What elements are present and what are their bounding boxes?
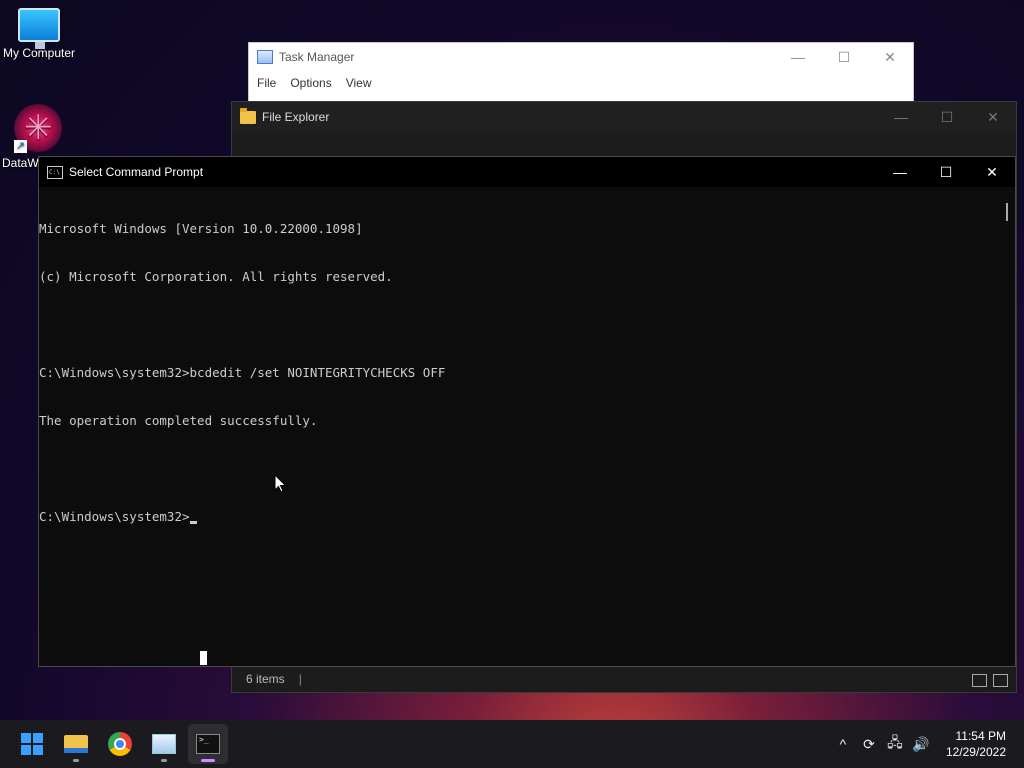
clock-date: 12/29/2022 bbox=[945, 745, 1006, 759]
menu-view[interactable]: View bbox=[346, 76, 372, 90]
taskbar-chrome[interactable] bbox=[100, 724, 140, 764]
window-title: File Explorer bbox=[262, 110, 330, 124]
running-indicator bbox=[161, 759, 167, 762]
console-line: C:\Windows\system32>bcdedit /set NOINTEG… bbox=[39, 365, 446, 380]
shortcut-arrow-icon: ↗ bbox=[14, 140, 27, 153]
desktop-icon-dataw[interactable]: ↗ DataW bbox=[0, 104, 62, 170]
close-button[interactable]: ✕ bbox=[867, 43, 913, 71]
network-icon[interactable]: 🖧 bbox=[886, 732, 904, 756]
desktop-icon-label: DataW bbox=[2, 156, 39, 170]
block-cursor bbox=[200, 651, 207, 665]
active-indicator bbox=[201, 759, 215, 762]
start-button[interactable] bbox=[12, 724, 52, 764]
console-line: Microsoft Windows [Version 10.0.22000.10… bbox=[39, 221, 363, 236]
taskbar: >_ ^ ⟳ 🖧 🔊 11:54 PM 12/29/2022 bbox=[0, 720, 1024, 768]
scrollbar-thumb[interactable] bbox=[1006, 203, 1008, 221]
maximize-button[interactable]: ☐ bbox=[924, 102, 970, 132]
command-prompt-window[interactable]: C:\ Select Command Prompt — ☐ ✕ Microsof… bbox=[38, 156, 1016, 667]
computer-icon bbox=[18, 8, 60, 49]
console-prompt: C:\Windows\system32> bbox=[39, 509, 190, 524]
menu-file[interactable]: File bbox=[257, 76, 276, 90]
taskbar-file-explorer[interactable] bbox=[56, 724, 96, 764]
system-tray: ^ ⟳ 🖧 🔊 11:54 PM 12/29/2022 bbox=[834, 728, 1024, 760]
taskbar-task-manager[interactable] bbox=[144, 724, 184, 764]
windows-logo-icon bbox=[21, 733, 43, 755]
status-bar: 6 items | bbox=[232, 666, 1016, 692]
console-prompt-line: C:\Windows\system32> bbox=[39, 509, 999, 525]
task-manager-icon bbox=[152, 734, 176, 754]
taskbar-terminal[interactable]: >_ bbox=[188, 724, 228, 764]
window-title: Task Manager bbox=[279, 50, 355, 64]
terminal-icon: >_ bbox=[196, 734, 220, 754]
status-separator: | bbox=[298, 672, 302, 686]
file-explorer-icon bbox=[64, 735, 88, 753]
maximize-button[interactable]: ☐ bbox=[923, 157, 969, 187]
folder-icon bbox=[240, 107, 256, 124]
text-cursor bbox=[189, 521, 197, 524]
command-prompt-icon: C:\ bbox=[47, 165, 63, 179]
clock[interactable]: 11:54 PM 12/29/2022 bbox=[946, 728, 1006, 760]
console-line: (c) Microsoft Corporation. All rights re… bbox=[39, 269, 393, 284]
sync-icon[interactable]: ⟳ bbox=[860, 736, 878, 753]
volume-icon[interactable]: 🔊 bbox=[912, 736, 930, 753]
task-manager-icon bbox=[257, 50, 273, 64]
vertical-scrollbar[interactable] bbox=[999, 187, 1015, 666]
minimize-button[interactable]: — bbox=[878, 102, 924, 132]
show-hidden-icons-chevron-icon[interactable]: ^ bbox=[834, 736, 852, 752]
console-output[interactable]: Microsoft Windows [Version 10.0.22000.10… bbox=[39, 187, 999, 666]
chrome-icon bbox=[108, 732, 132, 756]
tiles-view-icon[interactable] bbox=[993, 674, 1008, 687]
title-bar[interactable]: File Explorer — ☐ ✕ bbox=[232, 102, 1016, 132]
menu-options[interactable]: Options bbox=[290, 76, 331, 90]
clock-time: 11:54 PM bbox=[955, 729, 1006, 743]
title-bar[interactable]: C:\ Select Command Prompt — ☐ ✕ bbox=[39, 157, 1015, 187]
console-line: The operation completed successfully. bbox=[39, 413, 318, 428]
close-button[interactable]: ✕ bbox=[970, 102, 1016, 132]
title-bar[interactable]: Task Manager — ☐ ✕ bbox=[249, 43, 913, 71]
menu-bar: File Options View bbox=[249, 71, 913, 95]
window-title: Select Command Prompt bbox=[69, 165, 204, 179]
minimize-button[interactable]: — bbox=[877, 157, 923, 187]
desktop-icon-my-computer[interactable]: My Computer bbox=[0, 8, 78, 60]
minimize-button[interactable]: — bbox=[775, 43, 821, 71]
item-count: 6 items bbox=[246, 672, 285, 686]
details-view-icon[interactable] bbox=[972, 674, 987, 687]
running-indicator bbox=[73, 759, 79, 762]
close-button[interactable]: ✕ bbox=[969, 157, 1015, 187]
maximize-button[interactable]: ☐ bbox=[821, 43, 867, 71]
